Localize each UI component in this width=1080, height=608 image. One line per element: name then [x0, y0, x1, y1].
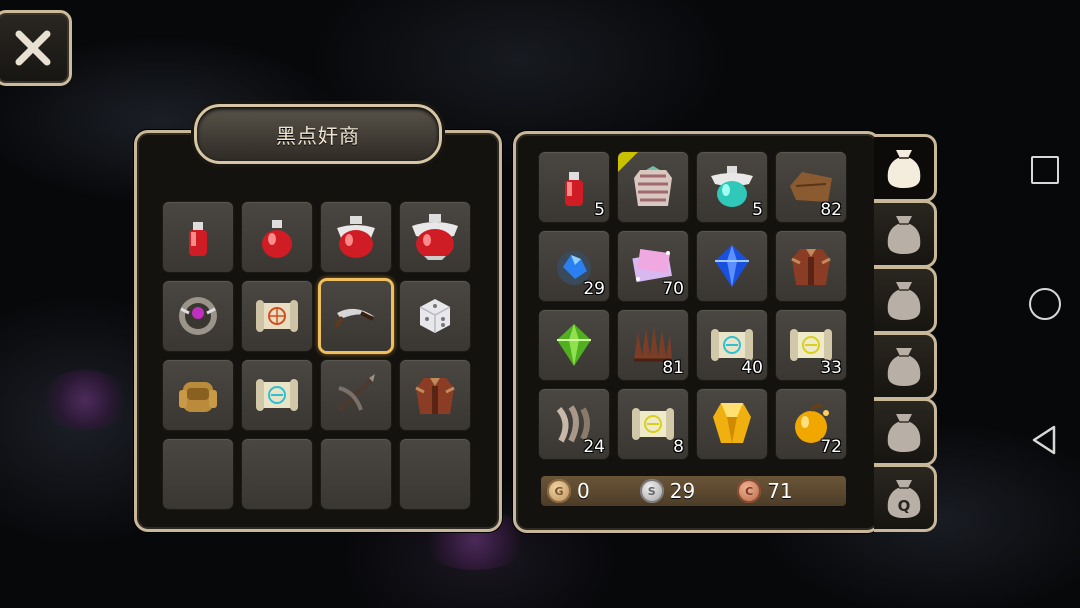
shop-item-slot[interactable] — [400, 202, 470, 272]
silver-coin-icon: S — [639, 479, 664, 503]
shop-item-slot[interactable] — [242, 439, 312, 509]
blue-scroll-icon — [256, 379, 298, 411]
medium-red-potion-icon — [262, 220, 292, 258]
item-quantity: 29 — [583, 279, 605, 299]
bag-tab-3[interactable] — [874, 266, 937, 334]
small-red-potion-icon — [565, 172, 583, 206]
leather-armor-icon — [415, 378, 455, 414]
item-quantity: 5 — [752, 200, 763, 220]
inventory-item-slot[interactable]: 70 — [618, 231, 688, 301]
huge-red-potion-icon — [412, 214, 458, 260]
item-quantity: 40 — [741, 358, 763, 378]
item-quantity: 5 — [594, 200, 605, 220]
shop-item-slot[interactable] — [321, 202, 391, 272]
inventory-item-slot[interactable] — [618, 152, 688, 222]
red-scroll-icon — [256, 300, 298, 332]
back-button[interactable] — [1031, 425, 1057, 455]
teal-potion-icon — [711, 166, 753, 207]
inventory-item-slot[interactable] — [539, 310, 609, 380]
gold-amount: 0 — [577, 479, 590, 503]
shop-title-plate: 黑点奸商 — [194, 104, 442, 164]
shop-item-slot[interactable] — [321, 439, 391, 509]
item-quantity: 33 — [820, 358, 842, 378]
shop-item-slot[interactable] — [163, 439, 233, 509]
inventory-item-slot[interactable]: 8 — [618, 389, 688, 459]
shop-item-slot[interactable] — [163, 202, 233, 272]
shop-title: 黑点奸商 — [276, 123, 360, 148]
leather-backpack-icon — [179, 382, 217, 412]
copper-amount: 71 — [767, 479, 793, 503]
bag-tab-2[interactable] — [874, 200, 937, 268]
bag-icon — [887, 282, 921, 320]
inventory-item-slot[interactable]: 33 — [776, 310, 846, 380]
recent-apps-button[interactable] — [1031, 156, 1059, 184]
inventory-item-slot[interactable]: 29 — [539, 231, 609, 301]
inventory-item-slot[interactable]: 5 — [697, 152, 767, 222]
item-quantity: 70 — [662, 279, 684, 299]
silver-currency: S 29 — [639, 479, 696, 503]
shop-item-slot[interactable] — [163, 360, 233, 430]
topaz-gem-icon — [713, 403, 751, 443]
shop-item-slot[interactable] — [321, 281, 391, 351]
item-quantity: 72 — [820, 437, 842, 457]
bag-icon — [887, 348, 921, 386]
bag-tab-6[interactable]: Q — [874, 464, 937, 532]
shop-item-slot[interactable] — [242, 202, 312, 272]
bag-icon: Q — [887, 480, 921, 518]
inventory-item-slot[interactable] — [697, 389, 767, 459]
inventory-item-slot[interactable]: 5 — [539, 152, 609, 222]
ornate-armor-icon — [634, 166, 672, 206]
close-icon — [15, 30, 51, 66]
inventory-item-slot[interactable] — [776, 231, 846, 301]
inventory-item-slot[interactable]: 24 — [539, 389, 609, 459]
gold-currency: G 0 — [547, 479, 590, 503]
silver-amount: 29 — [669, 479, 696, 503]
large-red-potion-icon — [337, 216, 375, 258]
shop-item-slot[interactable] — [400, 439, 470, 509]
gold-coin-icon: G — [547, 479, 571, 503]
inventory-item-slot[interactable]: 72 — [776, 389, 846, 459]
shop-item-slot[interactable] — [163, 281, 233, 351]
shop-item-slot[interactable] — [400, 360, 470, 430]
bag-icon — [887, 216, 921, 254]
emerald-gem-icon — [557, 324, 591, 366]
inventory-item-slot[interactable] — [697, 231, 767, 301]
item-quantity: 8 — [673, 437, 684, 457]
item-quantity: 81 — [662, 358, 684, 378]
item-quantity: 24 — [583, 437, 605, 457]
copper-coin-icon: C — [737, 479, 762, 503]
copper-currency: C 71 — [737, 479, 793, 503]
leather-armor-icon — [791, 249, 831, 285]
background-crystal — [40, 370, 130, 430]
shop-item-slot[interactable] — [321, 360, 391, 430]
currency-bar: G 0 S 29 C 71 — [541, 476, 846, 506]
curved-dagger-icon — [334, 308, 375, 328]
small-red-potion-icon — [189, 222, 207, 256]
inventory-item-slot[interactable]: 40 — [697, 310, 767, 380]
bag-tab-1[interactable] — [874, 134, 937, 202]
inventory-item-slot[interactable]: 81 — [618, 310, 688, 380]
shop-item-grid — [163, 202, 470, 509]
bag-tab-4[interactable] — [874, 332, 937, 400]
sapphire-gem-icon — [715, 245, 749, 287]
shop-item-slot[interactable] — [242, 360, 312, 430]
bag-icon — [887, 150, 921, 188]
bag-icon — [887, 414, 921, 452]
yellow-scroll-icon — [632, 408, 674, 440]
shop-item-slot[interactable] — [242, 281, 312, 351]
crossbow-icon — [337, 374, 375, 412]
dice-icon — [419, 299, 451, 333]
shop-item-slot[interactable] — [400, 281, 470, 351]
bag-tab-5[interactable] — [874, 398, 937, 466]
inventory-item-slot[interactable]: 82 — [776, 152, 846, 222]
svg-text:Q: Q — [898, 497, 911, 515]
magic-orb-icon — [179, 297, 217, 335]
inventory-item-grid: 5 5 82 29 70 81 40 33 24 8 72 — [539, 152, 846, 459]
close-button[interactable] — [0, 10, 72, 86]
item-quantity: 82 — [820, 200, 842, 220]
home-button[interactable] — [1029, 288, 1061, 320]
